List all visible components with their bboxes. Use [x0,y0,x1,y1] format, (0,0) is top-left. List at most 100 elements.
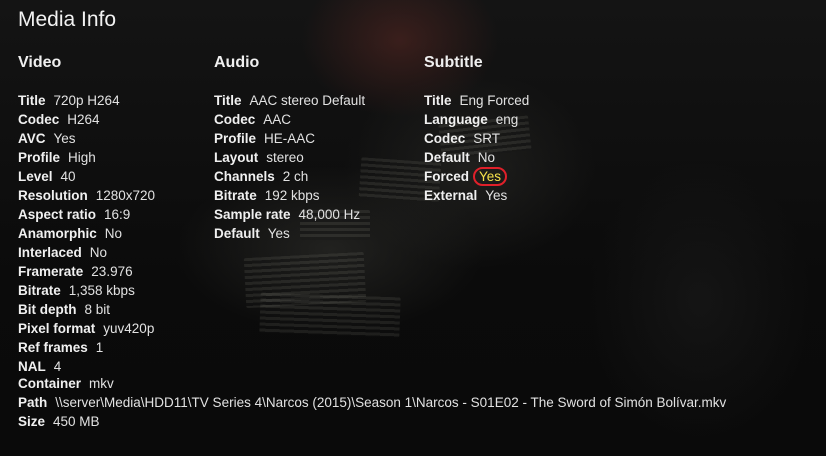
subtitle-heading: Subtitle [424,54,483,71]
field-value: 16:9 [104,207,131,222]
audio-heading: Audio [214,54,260,71]
field-value: 450 MB [53,414,100,429]
container-row: Container mkv [18,374,114,393]
video-row-aspect-ratio: Aspect ratio 16:9 [18,205,155,224]
audio-section: Audio Title AAC stereo Default Codec AAC P… [214,53,365,243]
field-value: mkv [89,376,114,391]
subtitle-row-forced: Forced Yes [424,167,529,186]
field-label: Aspect ratio [18,207,97,222]
field-label: Bitrate [214,188,257,203]
audio-row-bitrate: Bitrate 192 kbps [214,186,365,205]
field-label: Interlaced [18,245,82,260]
field-value: Eng Forced [459,93,530,108]
field-label: Title [18,93,46,108]
field-label: Container [18,376,82,391]
video-row-framerate: Framerate 23.976 [18,262,155,281]
field-label: Sample rate [214,207,291,222]
field-label: Anamorphic [18,226,97,241]
field-value: No [477,150,496,165]
subtitle-row-language: Language eng [424,110,529,129]
field-value: eng [495,112,519,127]
field-label: Codec [18,112,60,127]
field-value: Yes [485,188,508,203]
field-label: Title [424,93,452,108]
field-value: Yes [267,226,290,241]
video-row-resolution: Resolution 1280x720 [18,186,155,205]
field-label: Bitrate [18,283,61,298]
field-label: Default [424,150,470,165]
field-label: Profile [214,131,257,146]
video-section: Video Title 720p H264 Codec H264 AVC Yes Pr… [18,53,155,376]
path-row: Path \\server\Media\HDD11\TV Series 4\Nar… [18,393,726,412]
field-label: Channels [214,169,275,184]
field-value: HE-AAC [264,131,316,146]
field-value: stereo [266,150,304,165]
field-value: 1 [95,340,104,355]
subtitle-row-title: Title Eng Forced [424,91,529,110]
video-row-title: Title 720p H264 [18,91,155,110]
field-label: Codec [214,112,256,127]
video-row-anamorphic: Anamorphic No [18,224,155,243]
field-label: Language [424,112,488,127]
field-label: Title [214,93,242,108]
field-label: Forced [424,169,470,184]
field-label: Codec [424,131,466,146]
audio-row-channels: Channels 2 ch [214,167,365,186]
subtitle-row-external: External Yes [424,186,529,205]
audio-row-profile: Profile HE-AAC [214,129,365,148]
field-value: 192 kbps [264,188,320,203]
field-label: Bit depth [18,302,77,317]
audio-row-default: Default Yes [214,224,365,243]
field-value: No [104,226,123,241]
field-value: 2 ch [282,169,309,184]
field-label: Level [18,169,53,184]
field-value: AAC stereo Default [249,93,366,108]
field-label: Path [18,395,48,410]
video-row-avc: AVC Yes [18,129,155,148]
field-label: AVC [18,131,46,146]
file-path-value: \\server\Media\HDD11\TV Series 4\Narcos … [55,395,727,410]
audio-row-codec: Codec AAC [214,110,365,129]
page-title: Media Info [18,8,117,31]
field-value: 720p H264 [53,93,120,108]
audio-row-layout: Layout stereo [214,148,365,167]
field-label: NAL [18,359,46,374]
subtitle-section: Subtitle Title Eng Forced Language eng Cod… [424,53,529,205]
video-row-interlaced: Interlaced No [18,243,155,262]
video-row-bitrate: Bitrate 1,358 kbps [18,281,155,300]
field-value: H264 [67,112,100,127]
field-value: 1,358 kbps [68,283,135,298]
audio-row-sample-rate: Sample rate 48,000 Hz [214,205,365,224]
field-value: 1280x720 [95,188,156,203]
field-value: 40 [60,169,76,184]
video-heading: Video [18,54,62,71]
field-label: External [424,188,478,203]
field-value: 8 bit [84,302,111,317]
field-value: AAC [263,112,292,127]
field-label: Framerate [18,264,84,279]
field-value: High [68,150,96,165]
field-value: No [89,245,108,260]
video-row-bit-depth: Bit depth 8 bit [18,300,155,319]
forced-value-highlight: Yes [473,167,508,186]
field-label: Profile [18,150,61,165]
size-row: Size 450 MB [18,412,100,431]
field-label: Ref frames [18,340,88,355]
field-value: 4 [53,359,62,374]
subtitle-row-default: Default No [424,148,529,167]
video-row-level: Level 40 [18,167,155,186]
field-label: Resolution [18,188,88,203]
field-label: Pixel format [18,321,96,336]
subtitle-row-codec: Codec SRT [424,129,529,148]
field-value: SRT [473,131,501,146]
video-row-codec: Codec H264 [18,110,155,129]
audio-row-title: Title AAC stereo Default [214,91,365,110]
video-row-ref-frames: Ref frames 1 [18,338,155,357]
video-row-pixel-format: Pixel format yuv420p [18,319,155,338]
field-value: 23.976 [91,264,133,279]
field-value: Yes [53,131,76,146]
field-label: Size [18,414,46,429]
field-value: 48,000 Hz [298,207,361,222]
video-row-profile: Profile High [18,148,155,167]
field-label: Layout [214,150,259,165]
